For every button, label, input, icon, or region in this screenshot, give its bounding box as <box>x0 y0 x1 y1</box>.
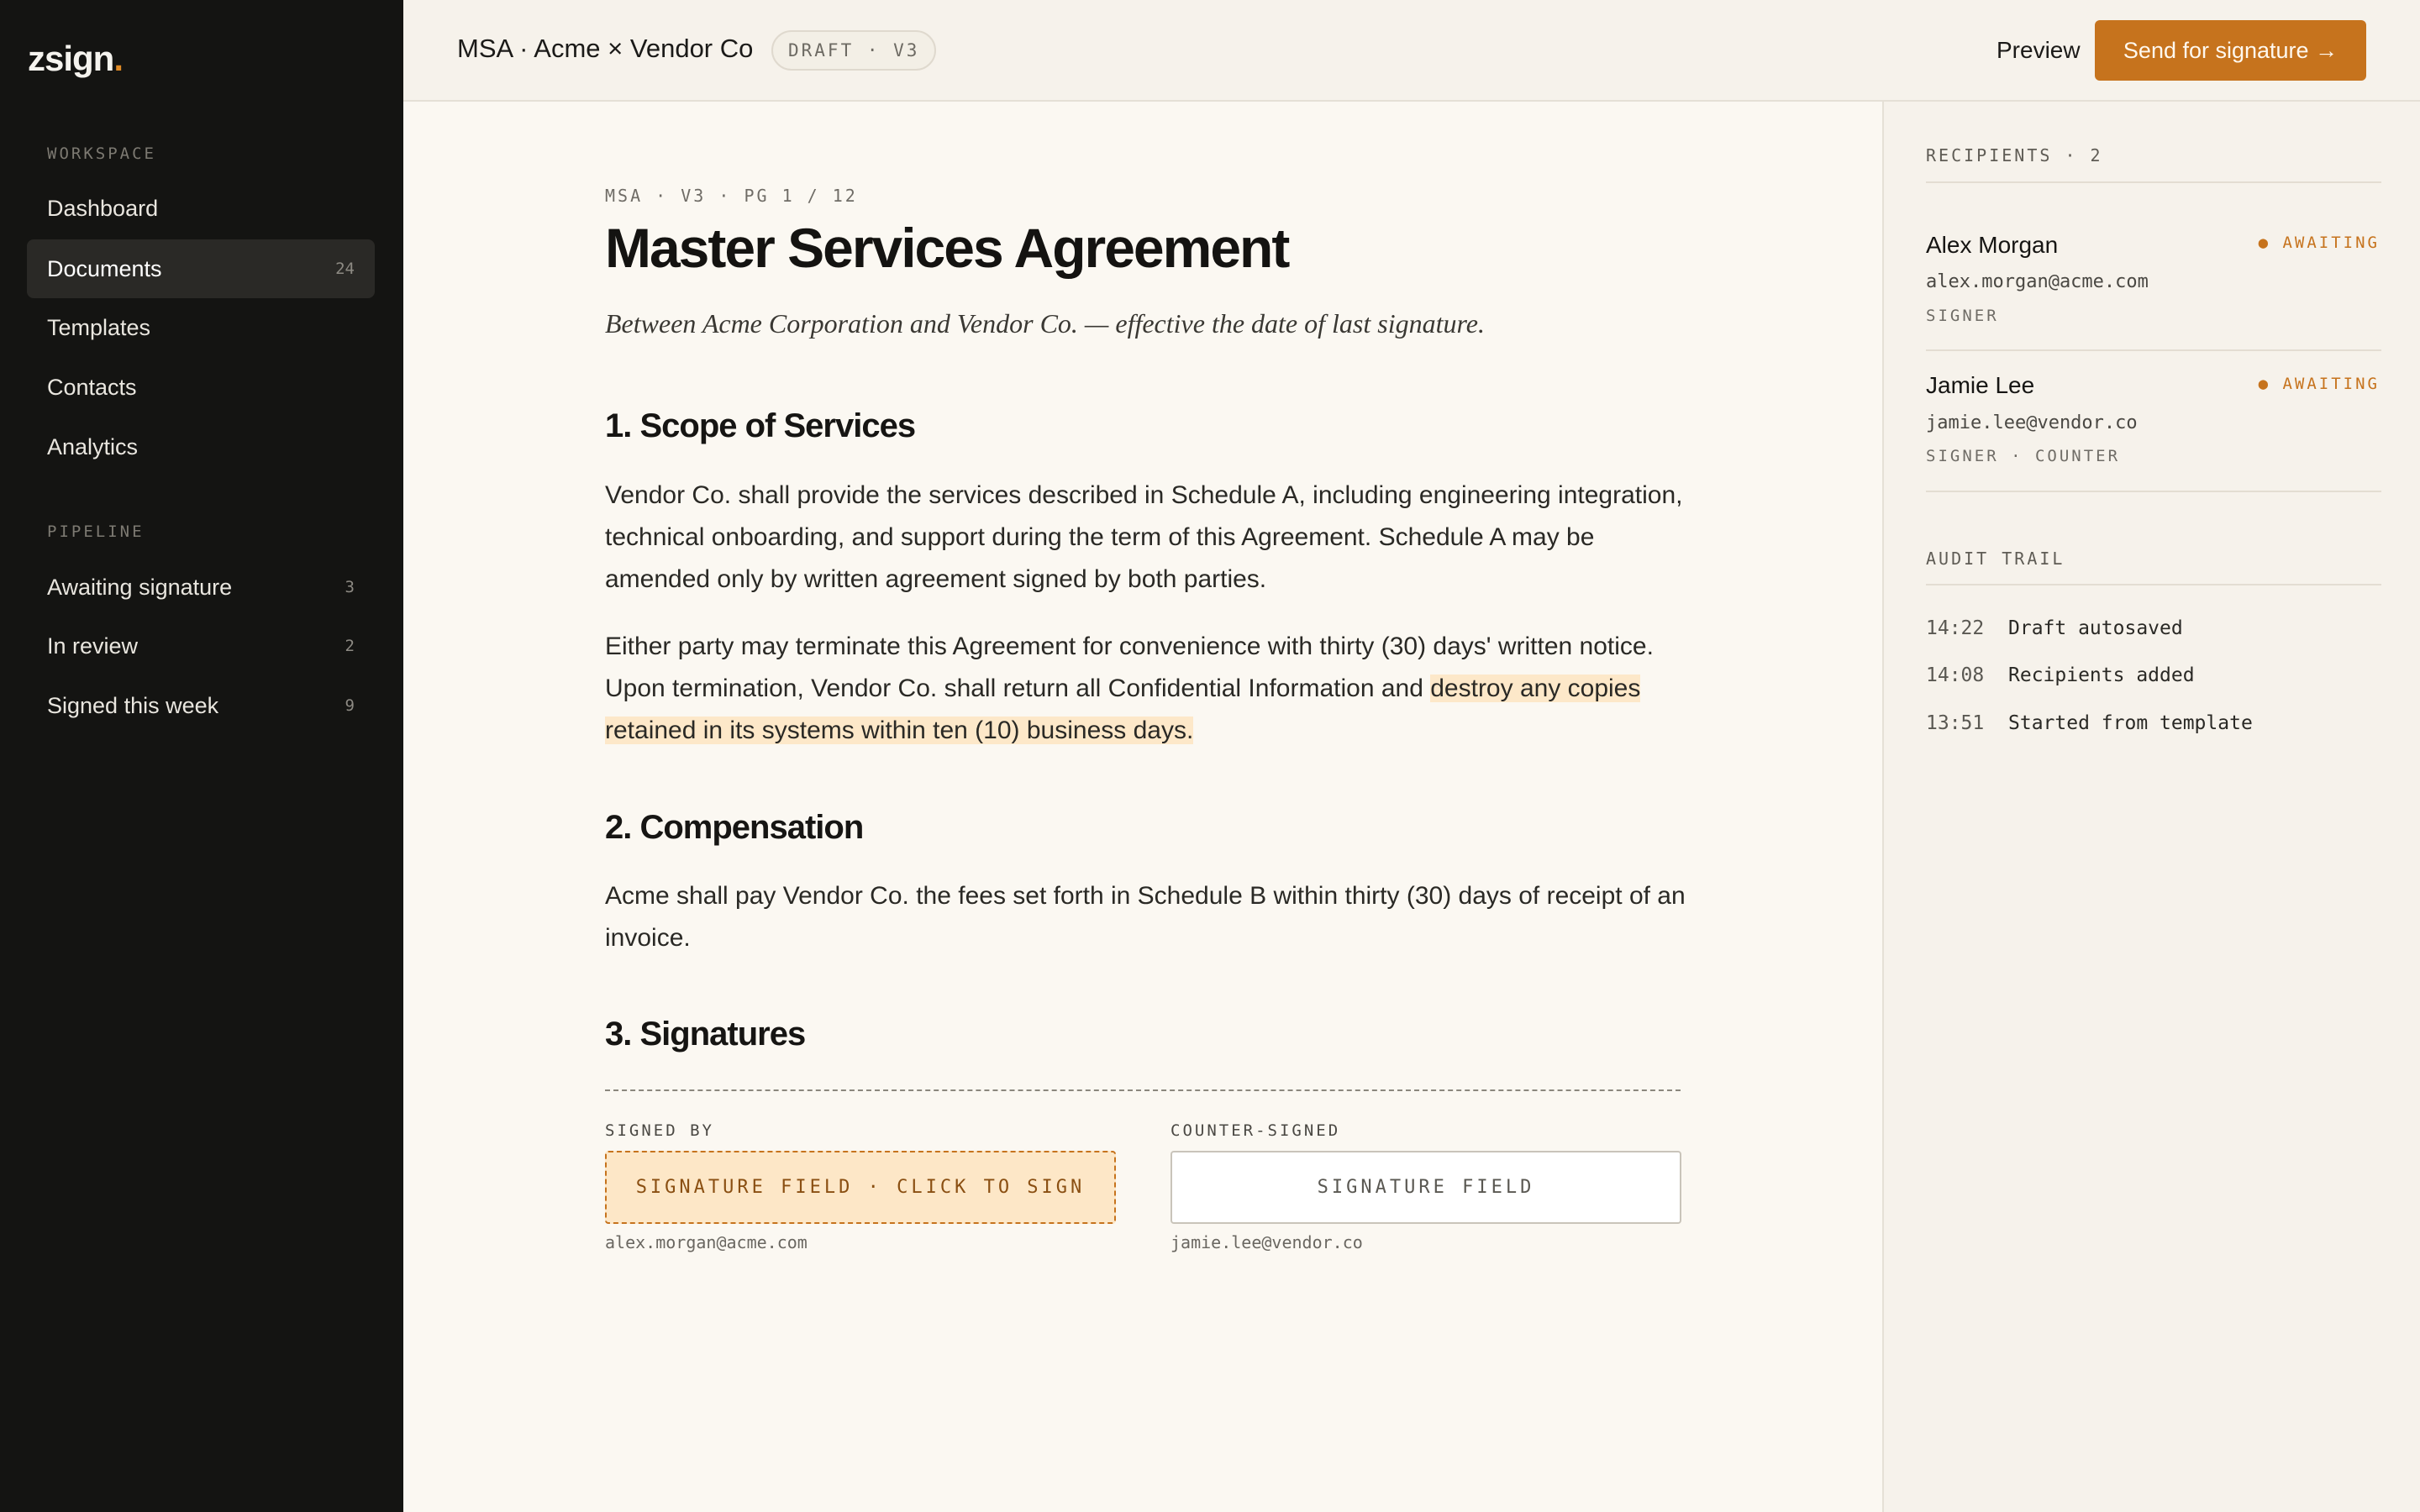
divider <box>1926 584 2381 585</box>
sidebar-item-count: 3 <box>345 578 355 596</box>
workspace-section-label: WORKSPACE <box>47 144 156 163</box>
sidebar-item-dashboard[interactable]: Dashboard <box>27 179 375 238</box>
signer-email: alex.morgan@acme.com <box>605 1232 808 1252</box>
sidebar-item-signed-this-week[interactable]: Signed this week 9 <box>27 676 375 735</box>
audit-time: 13:51 <box>1926 712 1985 734</box>
document-meta: MSA · V3 · PG 1 / 12 <box>605 186 858 206</box>
sidebar-item-count: 2 <box>345 637 355 655</box>
top-header: MSA · Acme × Vendor Co DRAFT · V3 Previe… <box>403 0 2420 102</box>
signed-by-label: SIGNED BY <box>605 1121 714 1140</box>
recipient-role: SIGNER · COUNTER <box>1926 447 2121 465</box>
paragraph: Either party may terminate this Agreemen… <box>605 626 1689 752</box>
recipient-name: Jamie Lee <box>1926 372 2035 398</box>
counter-signed-label: COUNTER-SIGNED <box>1171 1121 1341 1140</box>
details-panel: RECIPIENTS · 2 Alex Morgan ● AWAITING al… <box>1882 102 2420 1512</box>
signature-divider <box>605 1089 1681 1091</box>
audit-event: Recipients added <box>2008 664 2195 686</box>
sidebar-item-documents[interactable]: Documents 24 <box>27 239 375 298</box>
document-heading: Master Services Agreement <box>605 217 1290 279</box>
preview-button[interactable]: Preview <box>1975 20 2102 81</box>
section-title: 3. Signatures <box>605 1016 806 1053</box>
sidebar-item-label: In review <box>47 633 139 659</box>
section-title: 2. Compensation <box>605 809 864 846</box>
status-badge: DRAFT · V3 <box>771 30 937 71</box>
sidebar-item-label: Analytics <box>47 433 139 459</box>
recipient-status: ● AWAITING <box>2258 234 2380 252</box>
paragraph: Acme shall pay Vendor Co. the fees set f… <box>605 882 1686 952</box>
sidebar-item-count: 24 <box>335 260 355 278</box>
pipeline-section-label: PIPELINE <box>47 522 145 541</box>
sidebar-item-count: 9 <box>345 696 355 715</box>
document-title: MSA · Acme × Vendor Co <box>457 34 754 63</box>
audit-time: 14:08 <box>1926 664 1985 686</box>
audit-trail-label: AUDIT TRAIL <box>1926 549 2065 569</box>
sidebar-item-label: Signed this week <box>47 692 219 718</box>
sidebar: zsign. WORKSPACE Dashboard Documents 24 … <box>0 0 403 1512</box>
recipient-email: jamie.lee@vendor.co <box>1926 412 2138 433</box>
divider <box>1926 181 2381 183</box>
audit-event: Draft autosaved <box>2008 617 2183 639</box>
sidebar-item-label: Dashboard <box>47 195 159 221</box>
section-title: 1. Scope of Services <box>605 407 916 444</box>
sidebar-item-label: Documents <box>47 255 162 281</box>
sidebar-item-in-review[interactable]: In review 2 <box>27 617 375 675</box>
sidebar-item-templates[interactable]: Templates <box>27 298 375 357</box>
sidebar-item-analytics[interactable]: Analytics <box>27 417 375 476</box>
recipient-status: ● AWAITING <box>2258 375 2380 393</box>
sidebar-item-awaiting-signature[interactable]: Awaiting signature 3 <box>27 558 375 617</box>
app-logo[interactable]: zsign. <box>28 39 124 79</box>
audit-event: Started from template <box>2008 712 2253 734</box>
sidebar-item-label: Awaiting signature <box>47 574 233 600</box>
send-for-signature-button[interactable]: Send for signature → <box>2095 20 2366 81</box>
sidebar-item-label: Contacts <box>47 374 137 400</box>
signature-field-counter[interactable]: SIGNATURE FIELD <box>1171 1151 1681 1224</box>
recipient-role: SIGNER <box>1926 307 1999 325</box>
audit-entry: 14:08 Recipients added <box>1926 664 2195 686</box>
sidebar-item-label: Templates <box>47 314 151 340</box>
signature-field-signer[interactable]: SIGNATURE FIELD · CLICK TO SIGN <box>605 1151 1116 1224</box>
paragraph: Vendor Co. shall provide the services de… <box>605 481 1683 593</box>
document-subtitle: Between Acme Corporation and Vendor Co. … <box>605 308 1485 339</box>
sidebar-item-contacts[interactable]: Contacts <box>27 358 375 417</box>
divider <box>1926 349 2381 351</box>
audit-entry: 14:22 Draft autosaved <box>1926 617 2183 639</box>
audit-time: 14:22 <box>1926 617 1985 639</box>
recipients-label: RECIPIENTS · 2 <box>1926 145 2103 165</box>
divider <box>1926 491 2381 492</box>
recipient-email: alex.morgan@acme.com <box>1926 271 2149 292</box>
audit-entry: 13:51 Started from template <box>1926 712 2253 734</box>
recipient-name: Alex Morgan <box>1926 232 2059 258</box>
counter-signer-email: jamie.lee@vendor.co <box>1171 1232 1363 1252</box>
